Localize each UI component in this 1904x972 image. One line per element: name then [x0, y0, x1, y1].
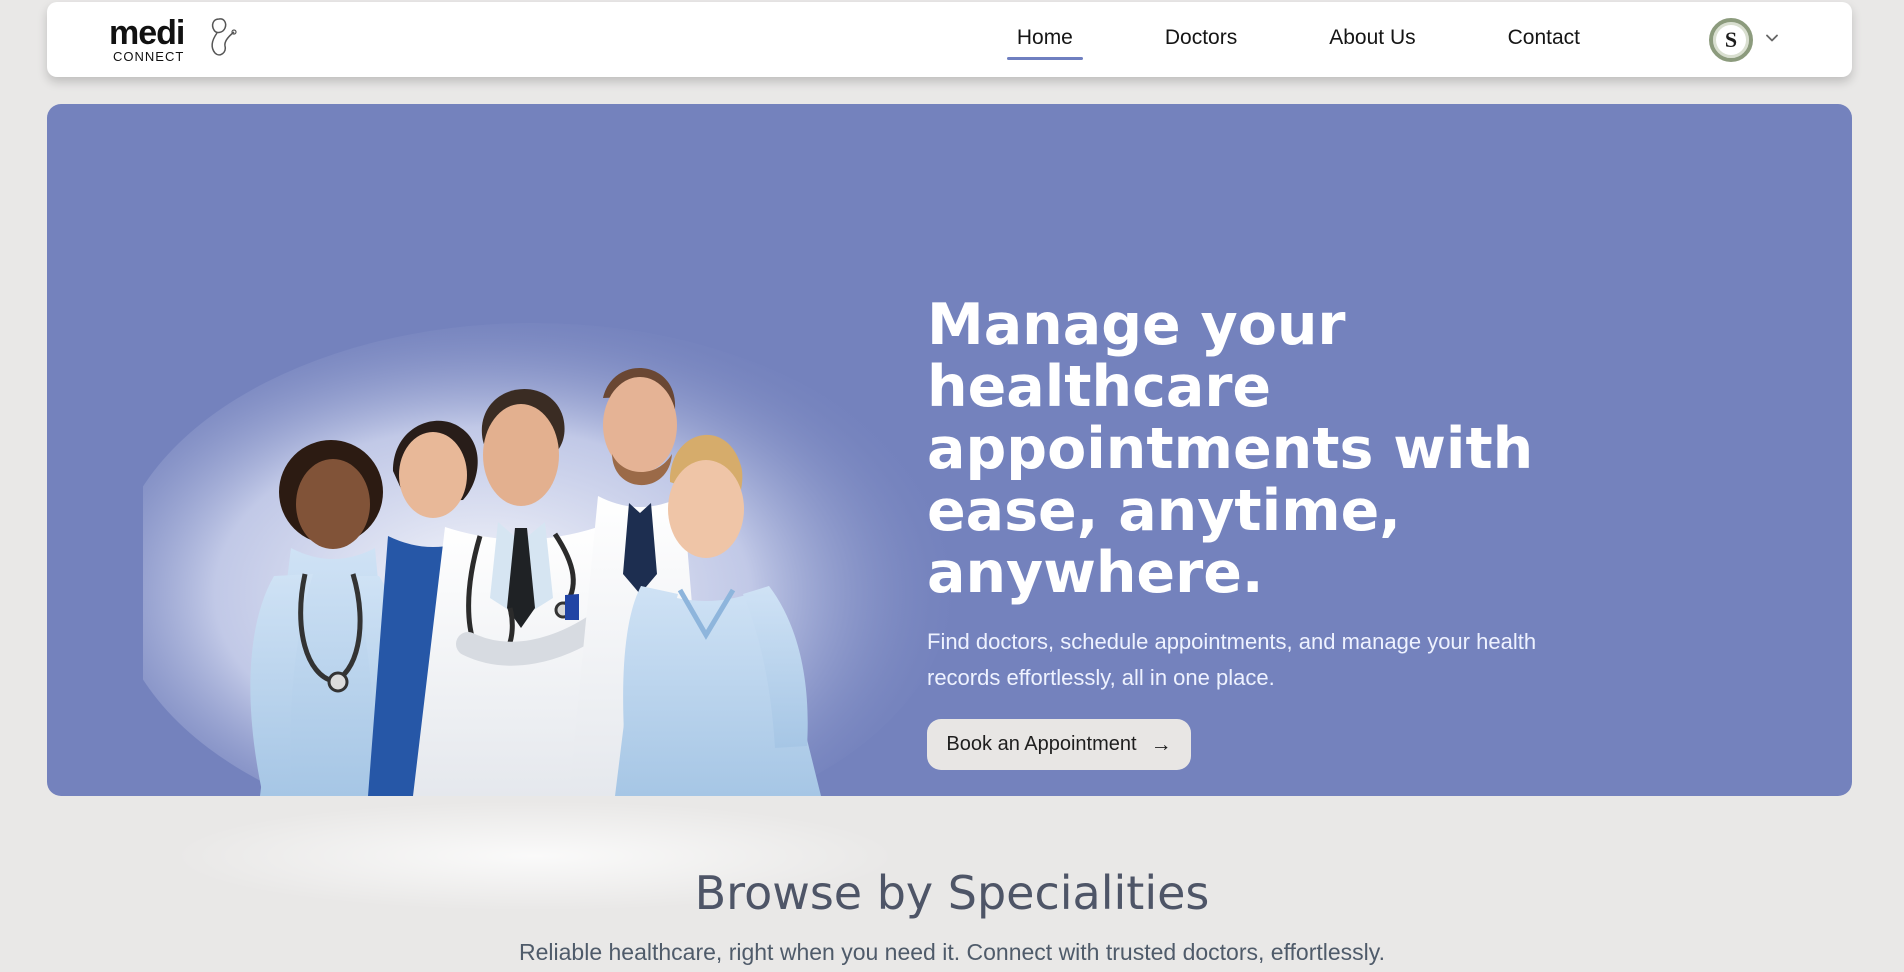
avatar-icon[interactable]: S [1709, 18, 1753, 62]
logo-connect-text: CONNECT [113, 49, 185, 64]
specialities-heading: Browse by Specialities [694, 866, 1210, 920]
logo-medi-text: medi [109, 14, 185, 52]
chevron-down-icon[interactable] [1766, 32, 1778, 44]
page: medi CONNECT Home Doctors About Us Conta… [0, 0, 1904, 972]
primary-navigation: Home Doctors About Us Contact [971, 22, 1626, 60]
nav-contact-link[interactable]: Contact [1462, 22, 1626, 60]
medi-connect-logo[interactable]: medi CONNECT [109, 14, 239, 68]
hero-subtitle: Find doctors, schedule appointments, and… [927, 629, 1537, 690]
nav-about-us-link[interactable]: About Us [1283, 22, 1461, 60]
book-appointment-button[interactable]: Book an Appointment → [927, 719, 1191, 770]
avatar-initial: S [1724, 27, 1738, 52]
hero-banner: Manage your healthcare appointments with… [47, 104, 1852, 796]
arrow-right-icon: → [1150, 733, 1172, 756]
stethoscope-logo-icon [211, 18, 237, 56]
book-appointment-label: Book an Appointment [946, 733, 1137, 755]
nav-doctors-link[interactable]: Doctors [1119, 22, 1283, 60]
nav-home-link[interactable]: Home [971, 22, 1119, 60]
top-navigation-bar: medi CONNECT Home Doctors About Us Conta… [47, 2, 1852, 77]
profile-menu-button[interactable]: S [1709, 18, 1778, 62]
specialities-subtitle: Reliable healthcare, right when you need… [519, 939, 1385, 965]
hero-content: Manage your healthcare appointments with… [927, 294, 1657, 770]
medical-team-illustration [143, 323, 953, 796]
hero-title: Manage your healthcare appointments with… [927, 292, 1534, 606]
